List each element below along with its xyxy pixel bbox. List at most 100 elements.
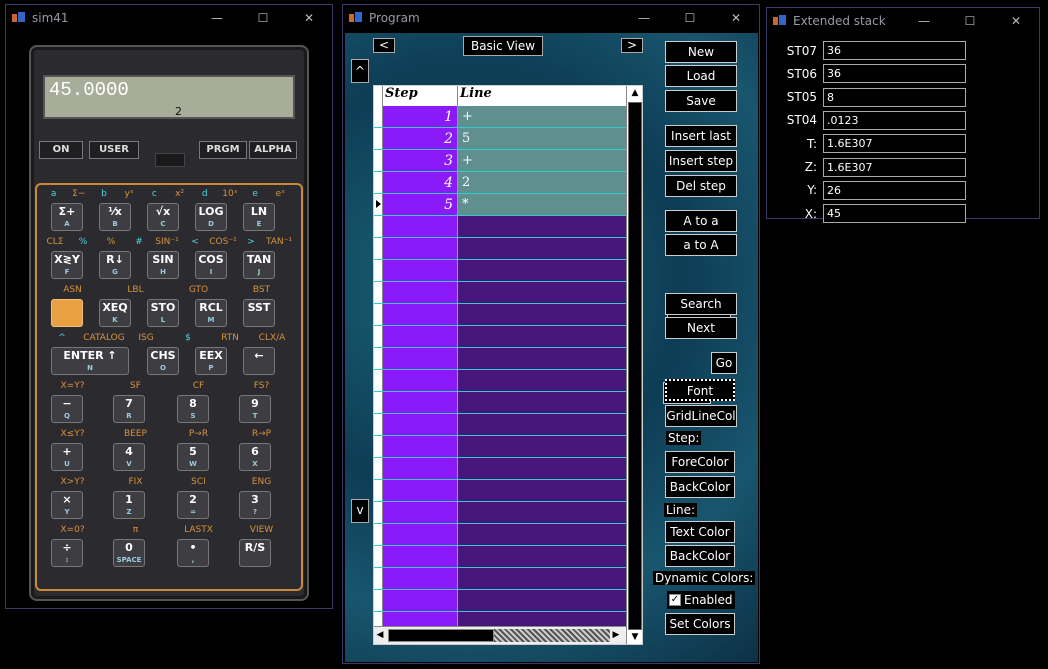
register-value-field[interactable]: 1.6E307 <box>823 157 966 177</box>
table-row[interactable]: 25 <box>374 128 626 150</box>
del-step-button[interactable]: Del step <box>665 175 737 197</box>
table-row[interactable] <box>374 348 626 370</box>
key-log[interactable]: LOG D <box>195 203 227 231</box>
scrollbar-track[interactable] <box>494 629 610 642</box>
table-row[interactable] <box>374 238 626 260</box>
gridline-color-button[interactable]: GridLineCol <box>665 405 737 427</box>
key-1[interactable]: 1Z <box>113 491 145 519</box>
key-x[interactable]: √x C <box>147 203 179 231</box>
go-button[interactable]: Go <box>711 352 737 374</box>
row-header[interactable] <box>374 502 383 523</box>
font-button[interactable]: Font <box>665 379 735 401</box>
key-2[interactable]: 2 = <box>177 491 209 519</box>
row-header[interactable] <box>374 568 383 589</box>
row-header[interactable] <box>374 458 383 479</box>
next-page-button[interactable]: > <box>621 38 643 53</box>
step-cell[interactable]: 1 <box>383 106 458 127</box>
scroll-up-button[interactable]: ^ <box>351 59 369 83</box>
upper-to-lower-button[interactable]: A to a <box>665 210 737 232</box>
row-header[interactable] <box>374 326 383 347</box>
alpha-button[interactable]: ALPHA <box>249 141 297 159</box>
line-cell[interactable] <box>458 260 626 281</box>
line-cell[interactable] <box>458 282 626 303</box>
register-value-field[interactable]: 36 <box>823 64 966 84</box>
row-header[interactable] <box>374 106 383 127</box>
step-cell[interactable] <box>383 480 458 501</box>
column-header-step[interactable]: Step <box>383 86 458 106</box>
step-cell[interactable] <box>383 590 458 611</box>
row-header[interactable] <box>374 392 383 413</box>
vertical-scrollbar[interactable]: ▲ ▼ <box>626 86 642 644</box>
minimize-icon[interactable]: — <box>194 11 240 25</box>
step-cell[interactable] <box>383 458 458 479</box>
key-x-y[interactable]: X≷Y F <box>51 251 83 279</box>
table-row[interactable] <box>374 546 626 568</box>
key-key[interactable]: Σ+ A <box>51 203 83 231</box>
line-cell[interactable]: + <box>458 150 626 171</box>
key-enter[interactable]: ENTER ↑ N <box>51 347 129 375</box>
line-cell[interactable] <box>458 238 626 259</box>
scroll-up-arrow-icon[interactable]: ▲ <box>629 86 641 100</box>
step-cell[interactable]: 2 <box>383 128 458 149</box>
close-icon[interactable]: ✕ <box>713 11 759 25</box>
insert-step-button[interactable]: Insert step <box>665 150 737 172</box>
basic-view-button[interactable]: Basic View <box>463 36 543 56</box>
line-cell[interactable] <box>458 304 626 325</box>
key-key[interactable]: − Q <box>51 395 83 423</box>
line-cell[interactable] <box>458 480 626 501</box>
row-header[interactable] <box>374 348 383 369</box>
table-row[interactable]: 3 + <box>374 150 626 172</box>
step-backcolor-button[interactable]: BackColor <box>665 476 735 498</box>
column-header-line[interactable]: Line <box>458 86 626 106</box>
key-rcl[interactable]: RCL M <box>195 299 227 327</box>
key-ln[interactable]: LN E <box>243 203 275 231</box>
key-eex[interactable]: EEX P <box>195 347 227 375</box>
step-cell[interactable] <box>383 436 458 457</box>
row-header[interactable] <box>374 370 383 391</box>
line-cell[interactable] <box>458 612 626 626</box>
next-button[interactable]: Next <box>665 317 737 339</box>
line-cell[interactable] <box>458 568 626 589</box>
key-x[interactable]: ¹⁄x B <box>99 203 131 231</box>
scroll-down-arrow-icon[interactable]: ▼ <box>629 630 641 644</box>
table-row[interactable] <box>374 414 626 436</box>
scroll-right-arrow-icon[interactable]: ▶ <box>610 628 622 643</box>
register-value-field[interactable]: 45 <box>823 204 966 224</box>
key-chs[interactable]: CHS O <box>147 347 179 375</box>
enabled-checkbox[interactable]: ✓ <box>669 594 681 606</box>
row-header[interactable] <box>374 216 383 237</box>
row-header[interactable] <box>374 128 383 149</box>
insert-last-button[interactable]: Insert last <box>665 125 737 147</box>
maximize-icon[interactable]: ☐ <box>947 14 993 28</box>
key-key[interactable]: × Y <box>51 491 83 519</box>
sim41-titlebar[interactable]: sim41 — ☐ ✕ <box>6 5 332 31</box>
scrollbar-track[interactable] <box>628 102 642 630</box>
scroll-down-button[interactable]: v <box>351 499 369 523</box>
key-key[interactable]: + U <box>51 443 83 471</box>
program-grid[interactable]: Step Line 1 +2 5 3 +4 2 5 * ▲ ▼ ◀ ▶ <box>373 85 643 645</box>
register-value-field[interactable]: 36 <box>823 41 966 60</box>
prev-button[interactable]: < <box>373 38 395 53</box>
table-row[interactable] <box>374 436 626 458</box>
line-cell[interactable] <box>458 546 626 567</box>
table-row[interactable]: 42 <box>374 172 626 194</box>
search-button[interactable]: Search <box>665 293 737 315</box>
key-sto[interactable]: STO L <box>147 299 179 327</box>
key-3[interactable]: 3? <box>239 491 271 519</box>
line-cell[interactable] <box>458 502 626 523</box>
row-header[interactable] <box>374 590 383 611</box>
line-cell[interactable] <box>458 326 626 347</box>
step-cell[interactable] <box>383 612 458 626</box>
line-cell[interactable]: 2 <box>458 172 626 193</box>
register-value-field[interactable]: 26 <box>823 180 966 200</box>
row-header[interactable] <box>374 172 383 193</box>
step-cell[interactable]: 3 <box>383 150 458 171</box>
user-button[interactable]: USER <box>89 141 139 159</box>
key-key[interactable]: ← <box>243 347 275 375</box>
line-cell[interactable] <box>458 590 626 611</box>
row-header[interactable] <box>374 436 383 457</box>
step-cell[interactable] <box>383 260 458 281</box>
key-9[interactable]: 9T <box>239 395 271 423</box>
line-textcolor-button[interactable]: Text Color <box>665 521 735 543</box>
table-row[interactable] <box>374 326 626 348</box>
